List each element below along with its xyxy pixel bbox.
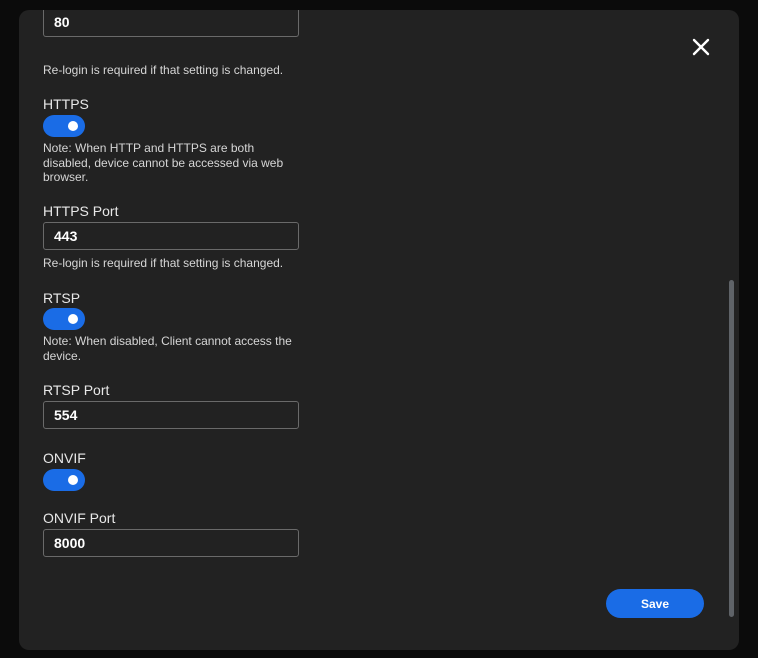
toggle-knob bbox=[68, 314, 78, 324]
onvif-port-input[interactable] bbox=[43, 529, 299, 557]
rtsp-note: Note: When disabled, Client cannot acces… bbox=[43, 334, 292, 363]
https-toggle[interactable] bbox=[43, 115, 85, 137]
rtsp-port-label: RTSP Port bbox=[43, 382, 110, 398]
rtsp-port-input[interactable] bbox=[43, 401, 299, 429]
save-button[interactable]: Save bbox=[606, 589, 704, 618]
onvif-label: ONVIF bbox=[43, 450, 86, 466]
network-settings-dialog: Re-login is required if that setting is … bbox=[19, 10, 739, 650]
https-label: HTTPS bbox=[43, 96, 89, 112]
http-port-input[interactable] bbox=[43, 10, 299, 37]
scrollbar-thumb[interactable] bbox=[729, 280, 734, 617]
https-note: Note: When HTTP and HTTPS are both disab… bbox=[43, 141, 284, 184]
rtsp-toggle[interactable] bbox=[43, 308, 85, 330]
toggle-knob bbox=[68, 475, 78, 485]
onvif-toggle[interactable] bbox=[43, 469, 85, 491]
rtsp-label: RTSP bbox=[43, 290, 81, 306]
https-port-note: Re-login is required if that setting is … bbox=[43, 256, 284, 270]
https-port-label: HTTPS Port bbox=[43, 203, 119, 219]
http-port-note: Re-login is required if that setting is … bbox=[43, 63, 284, 77]
close-button[interactable] bbox=[691, 37, 711, 57]
close-icon bbox=[692, 38, 710, 56]
toggle-knob bbox=[68, 121, 78, 131]
onvif-port-label: ONVIF Port bbox=[43, 510, 116, 526]
https-port-input[interactable] bbox=[43, 222, 299, 250]
